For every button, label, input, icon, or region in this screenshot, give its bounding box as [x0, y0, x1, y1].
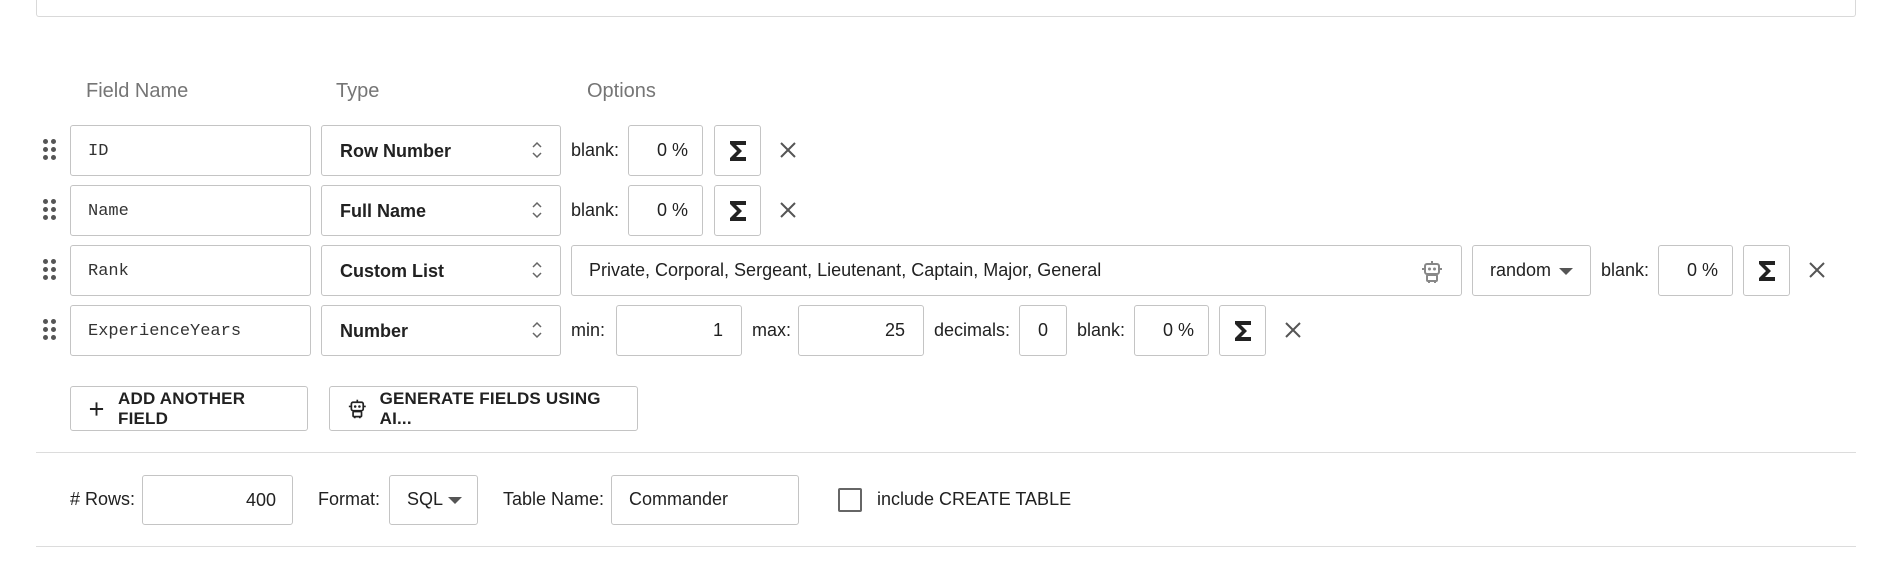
remove-field-button[interactable] [776, 198, 800, 222]
remove-field-button[interactable] [1805, 258, 1829, 282]
formula-button[interactable] [1219, 305, 1266, 356]
sigma-icon [729, 200, 746, 221]
field-type-label: Full Name [340, 201, 427, 221]
format-value: SQL [407, 489, 444, 509]
section-divider [36, 452, 1856, 453]
close-icon [1809, 262, 1825, 278]
remove-field-button[interactable] [776, 138, 800, 162]
field-type-label: Custom List [340, 261, 445, 281]
close-icon [780, 142, 796, 158]
add-another-field-label: ADD ANOTHER FIELD [118, 388, 246, 428]
plus-icon [89, 401, 104, 416]
blank-percent-input[interactable]: 0 % [1134, 305, 1209, 356]
field-name-input[interactable]: ID [70, 125, 311, 176]
robot-icon [348, 399, 366, 418]
rows-label: # Rows: [70, 489, 136, 509]
drag-handle-icon[interactable] [43, 259, 57, 281]
blank-label: blank: [1077, 320, 1126, 340]
close-icon [1285, 322, 1301, 338]
create-table-checkbox[interactable] [838, 488, 862, 512]
header-options: Options [587, 80, 656, 102]
min-input[interactable]: 1 [616, 305, 742, 356]
format-select[interactable]: SQL [389, 475, 478, 525]
blank-label: blank: [571, 200, 620, 220]
generate-fields-ai-label: GENERATE FIELDS USING AI... [379, 388, 601, 428]
header-type: Type [336, 80, 380, 102]
min-label: min: [571, 320, 606, 340]
field-name-input[interactable]: Name [70, 185, 311, 236]
decimals-label: decimals: [934, 320, 1011, 340]
custom-list-values-input[interactable]: Private, Corporal, Sergeant, Lieutenant,… [571, 245, 1462, 296]
rows-input[interactable]: 400 [142, 475, 293, 525]
blank-label: blank: [571, 140, 620, 160]
field-name-input[interactable]: ExperienceYears [70, 305, 311, 356]
field-type-select[interactable]: Number [321, 305, 561, 356]
format-label: Format: [318, 489, 381, 509]
list-order-select[interactable]: random [1472, 245, 1591, 296]
section-divider [36, 546, 1856, 547]
close-icon [780, 202, 796, 218]
sigma-icon [1758, 260, 1775, 281]
chevron-updown-icon [532, 141, 542, 159]
formula-button[interactable] [714, 125, 761, 176]
caret-down-icon [1559, 268, 1573, 275]
table-name-label: Table Name: [503, 489, 605, 509]
create-table-label: include CREATE TABLE [877, 489, 1072, 509]
robot-icon[interactable] [1421, 260, 1443, 284]
drag-handle-icon[interactable] [43, 199, 57, 221]
table-name-input[interactable]: Commander [611, 475, 799, 525]
field-type-select[interactable]: Full Name [321, 185, 561, 236]
drag-handle-icon[interactable] [43, 319, 57, 341]
formula-button[interactable] [1743, 245, 1790, 296]
field-name-input[interactable]: Rank [70, 245, 311, 296]
blank-percent-input[interactable]: 0 % [1658, 245, 1733, 296]
chevron-updown-icon [532, 201, 542, 219]
field-type-select[interactable]: Custom List [321, 245, 561, 296]
sigma-icon [1234, 320, 1251, 341]
custom-list-values: Private, Corporal, Sergeant, Lieutenant,… [589, 260, 1102, 280]
max-input[interactable]: 25 [798, 305, 924, 356]
sigma-icon [729, 140, 746, 161]
field-type-label: Number [340, 321, 409, 341]
blank-percent-input[interactable]: 0 % [628, 185, 703, 236]
field-type-select[interactable]: Row Number [321, 125, 561, 176]
drag-handle-icon[interactable] [43, 139, 57, 161]
decimals-input[interactable]: 0 [1019, 305, 1067, 356]
chevron-updown-icon [532, 261, 542, 279]
field-type-label: Row Number [340, 141, 452, 161]
list-order-value: random [1490, 260, 1552, 280]
caret-down-icon [448, 497, 462, 504]
previous-panel-bottom-border [36, 0, 1856, 17]
formula-button[interactable] [714, 185, 761, 236]
generate-fields-ai-button[interactable]: GENERATE FIELDS USING AI... [329, 386, 638, 431]
add-another-field-button[interactable]: ADD ANOTHER FIELD [70, 386, 308, 431]
blank-label: blank: [1601, 260, 1650, 280]
remove-field-button[interactable] [1281, 318, 1305, 342]
header-field-name: Field Name [86, 80, 189, 102]
blank-percent-input[interactable]: 0 % [628, 125, 703, 176]
max-label: max: [752, 320, 792, 340]
chevron-updown-icon [532, 321, 542, 339]
